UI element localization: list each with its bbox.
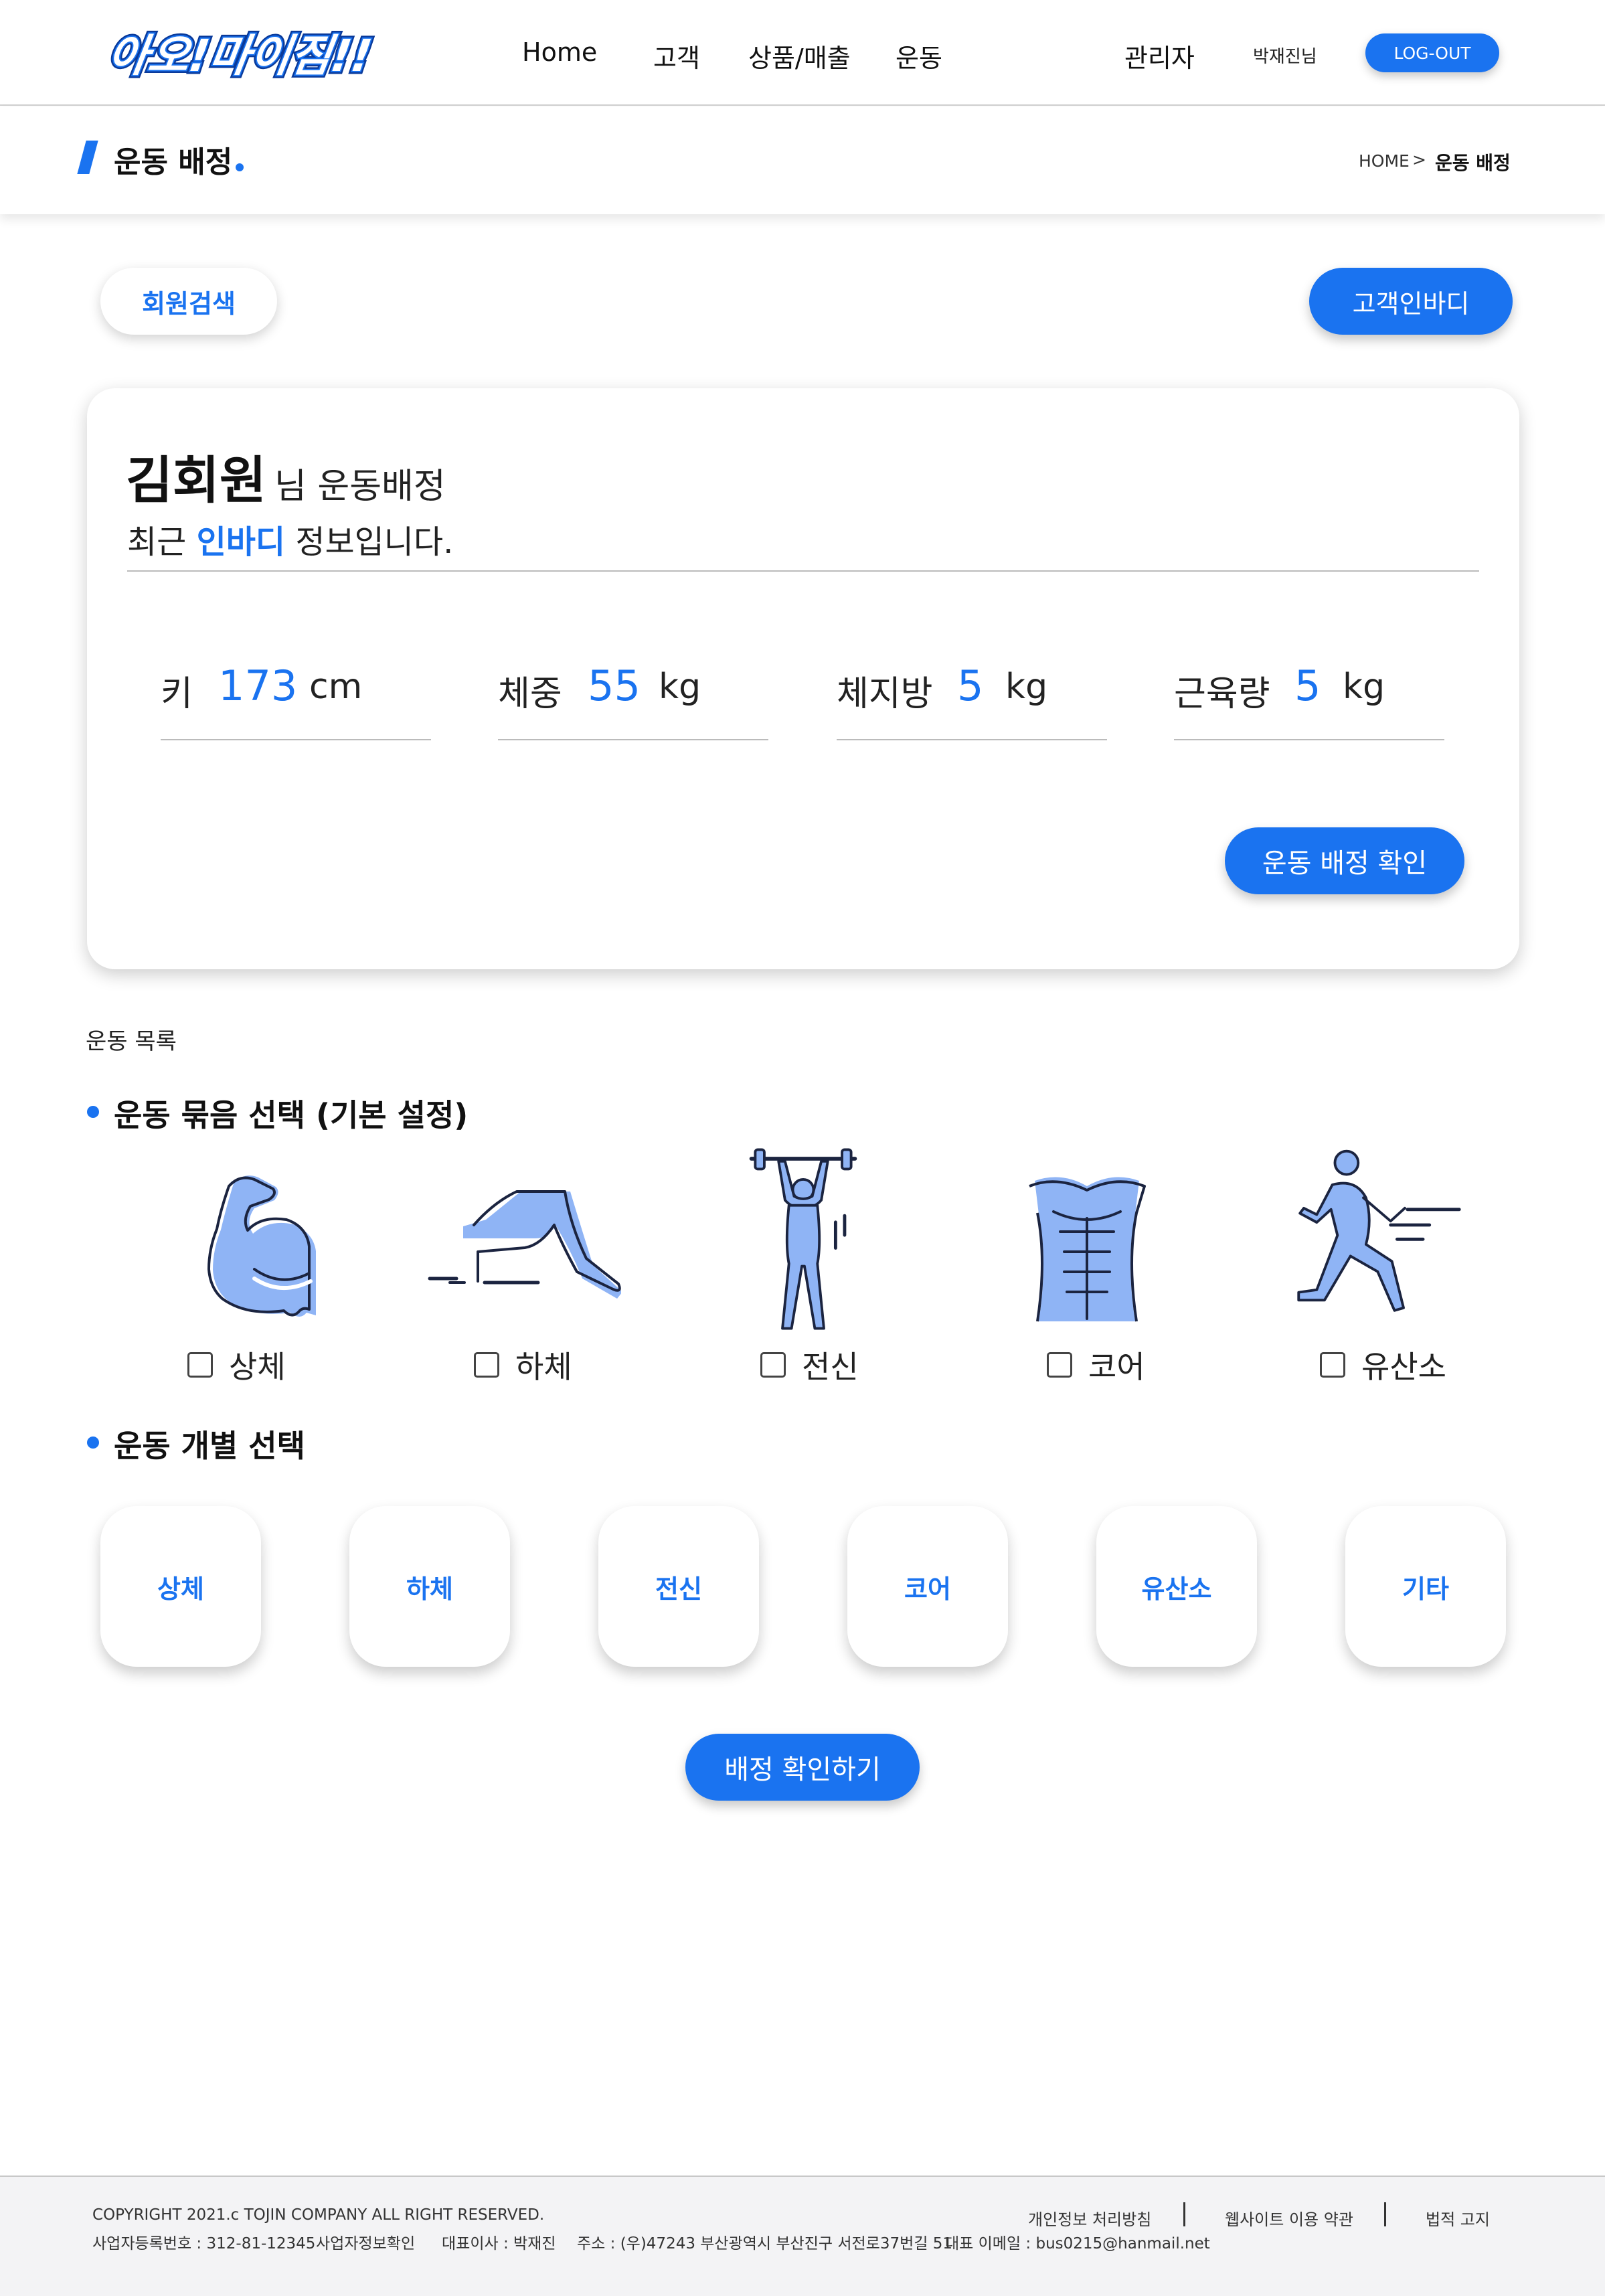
brand-logo[interactable]: 아오!마이짐!! 아오!마이짐!! — [106, 24, 400, 84]
member-name: 김회원 — [126, 450, 266, 510]
stat-unit: kg — [1343, 667, 1385, 707]
stat-unit: kg — [659, 667, 701, 707]
runner-icon — [1297, 1149, 1461, 1312]
exercise-list-title: 운동 목록 — [86, 1028, 177, 1055]
logo-text-face: 아오!마이짐!! — [106, 29, 375, 82]
stat-body-fat: 체지방 5 kg — [837, 661, 1107, 740]
bundle-label: 유산소 — [1361, 1349, 1446, 1385]
breadcrumb-separator: > — [1412, 150, 1426, 169]
stat-unit: kg — [1005, 667, 1048, 707]
category-tile-upper[interactable]: 상체 — [100, 1506, 261, 1667]
bundle-section-title: 운동 묶음 선택 (기본 설정) — [114, 1097, 469, 1133]
stat-label: 키 — [161, 674, 193, 714]
checkbox-icon[interactable] — [187, 1352, 213, 1378]
checkbox-icon[interactable] — [1047, 1352, 1072, 1378]
category-tile-core[interactable]: 코어 — [847, 1506, 1008, 1667]
individual-section-title: 운동 개별 선택 — [114, 1428, 305, 1464]
bundle-checkbox-lower[interactable]: 하체 — [474, 1348, 572, 1385]
breadcrumb-current: 운동 배정 — [1435, 152, 1511, 174]
lunge-legs-icon — [428, 1190, 621, 1299]
arm-muscle-icon — [207, 1175, 316, 1317]
checkbox-icon[interactable] — [474, 1352, 499, 1378]
user-name: 박재진님 — [1253, 47, 1317, 67]
bundle-checkbox-cardio[interactable]: 유산소 — [1320, 1348, 1446, 1385]
stat-label: 체지방 — [837, 674, 933, 714]
recent-prefix: 최근 — [127, 523, 197, 561]
card-divider — [127, 570, 1479, 572]
bundle-label: 하체 — [515, 1349, 572, 1385]
footer-biz-check-link[interactable]: 사업자정보확인 — [316, 2230, 415, 2253]
recent-inbody-caption: 최근 인바디 정보입니다. — [127, 515, 453, 562]
member-name-suffix: 님 운동배정 — [274, 467, 446, 507]
footer-divider — [1183, 2202, 1185, 2226]
bundle-label: 상체 — [229, 1349, 286, 1385]
stat-label: 근육량 — [1174, 674, 1270, 714]
footer-address: 주소 : (우)47243 부산광역시 부산진구 서전로37번길 51 — [577, 2235, 952, 2252]
stat-height: 키 173 cm — [161, 661, 431, 740]
stat-unit: cm — [309, 667, 363, 707]
category-tile-fullbody[interactable]: 전신 — [598, 1506, 759, 1667]
bundle-label: 전신 — [802, 1349, 859, 1385]
nav-customer[interactable]: 고객 — [653, 37, 700, 74]
stat-value: 5 — [957, 661, 984, 710]
logout-button[interactable]: LOG-OUT — [1365, 33, 1499, 72]
footer-copyright: COPYRIGHT 2021.c TOJIN COMPANY ALL RIGHT… — [92, 2206, 545, 2224]
nav-exercise[interactable]: 운동 — [896, 37, 942, 74]
footer-divider — [1384, 2202, 1386, 2226]
recent-highlight: 인바디 — [196, 523, 286, 561]
category-tile-etc[interactable]: 기타 — [1345, 1506, 1506, 1667]
stat-value: 173 — [218, 661, 298, 710]
bundle-checkbox-fullbody[interactable]: 전신 — [760, 1348, 859, 1385]
footer-legal-link[interactable]: 법적 고지 — [1426, 2206, 1490, 2230]
nav-home[interactable]: Home — [522, 37, 597, 67]
nav-admin[interactable]: 관리자 — [1124, 37, 1195, 74]
footer-privacy-link[interactable]: 개인정보 처리방침 — [1028, 2206, 1151, 2230]
torso-abs-icon — [1029, 1177, 1146, 1322]
member-search-button[interactable]: 회원검색 — [100, 268, 277, 335]
category-tile-lower[interactable]: 하체 — [349, 1506, 510, 1667]
final-confirm-button[interactable]: 배정 확인하기 — [685, 1734, 920, 1801]
checkbox-icon[interactable] — [760, 1352, 786, 1378]
footer-email: 대표 이메일 : bus0215@hanmail.net — [945, 2235, 1210, 2252]
category-tile-cardio[interactable]: 유산소 — [1096, 1506, 1257, 1667]
confirm-assignment-button[interactable]: 운동 배정 확인 — [1225, 827, 1464, 894]
breadcrumb-home[interactable]: HOME — [1359, 151, 1410, 171]
checkbox-icon[interactable] — [1320, 1352, 1345, 1378]
page-title: 운동 배정 — [114, 145, 233, 179]
footer-biz-number: 사업자등록번호 : 312-81-12345 — [92, 2235, 316, 2252]
nav-products-sales[interactable]: 상품/매출 — [748, 37, 851, 74]
title-dot-icon — [236, 163, 244, 171]
recent-suffix: 정보입니다. — [285, 523, 454, 561]
stat-value: 55 — [588, 661, 641, 710]
bundle-checkbox-upper[interactable]: 상체 — [187, 1348, 286, 1385]
footer-terms-link[interactable]: 웹사이트 이용 약관 — [1225, 2206, 1353, 2230]
stat-muscle-mass: 근육량 5 kg — [1174, 661, 1444, 740]
stat-weight: 체중 55 kg — [498, 661, 768, 740]
stat-label: 체중 — [498, 674, 562, 714]
bundle-checkbox-core[interactable]: 코어 — [1047, 1348, 1145, 1385]
bullet-icon — [87, 1437, 99, 1449]
footer-ceo: 대표이사 : 박재진 — [442, 2235, 556, 2252]
customer-inbody-button[interactable]: 고객인바디 — [1309, 268, 1513, 335]
bullet-icon — [87, 1106, 99, 1118]
stat-value: 5 — [1294, 661, 1321, 710]
weightlifter-icon — [749, 1148, 857, 1330]
bundle-label: 코어 — [1088, 1349, 1145, 1385]
